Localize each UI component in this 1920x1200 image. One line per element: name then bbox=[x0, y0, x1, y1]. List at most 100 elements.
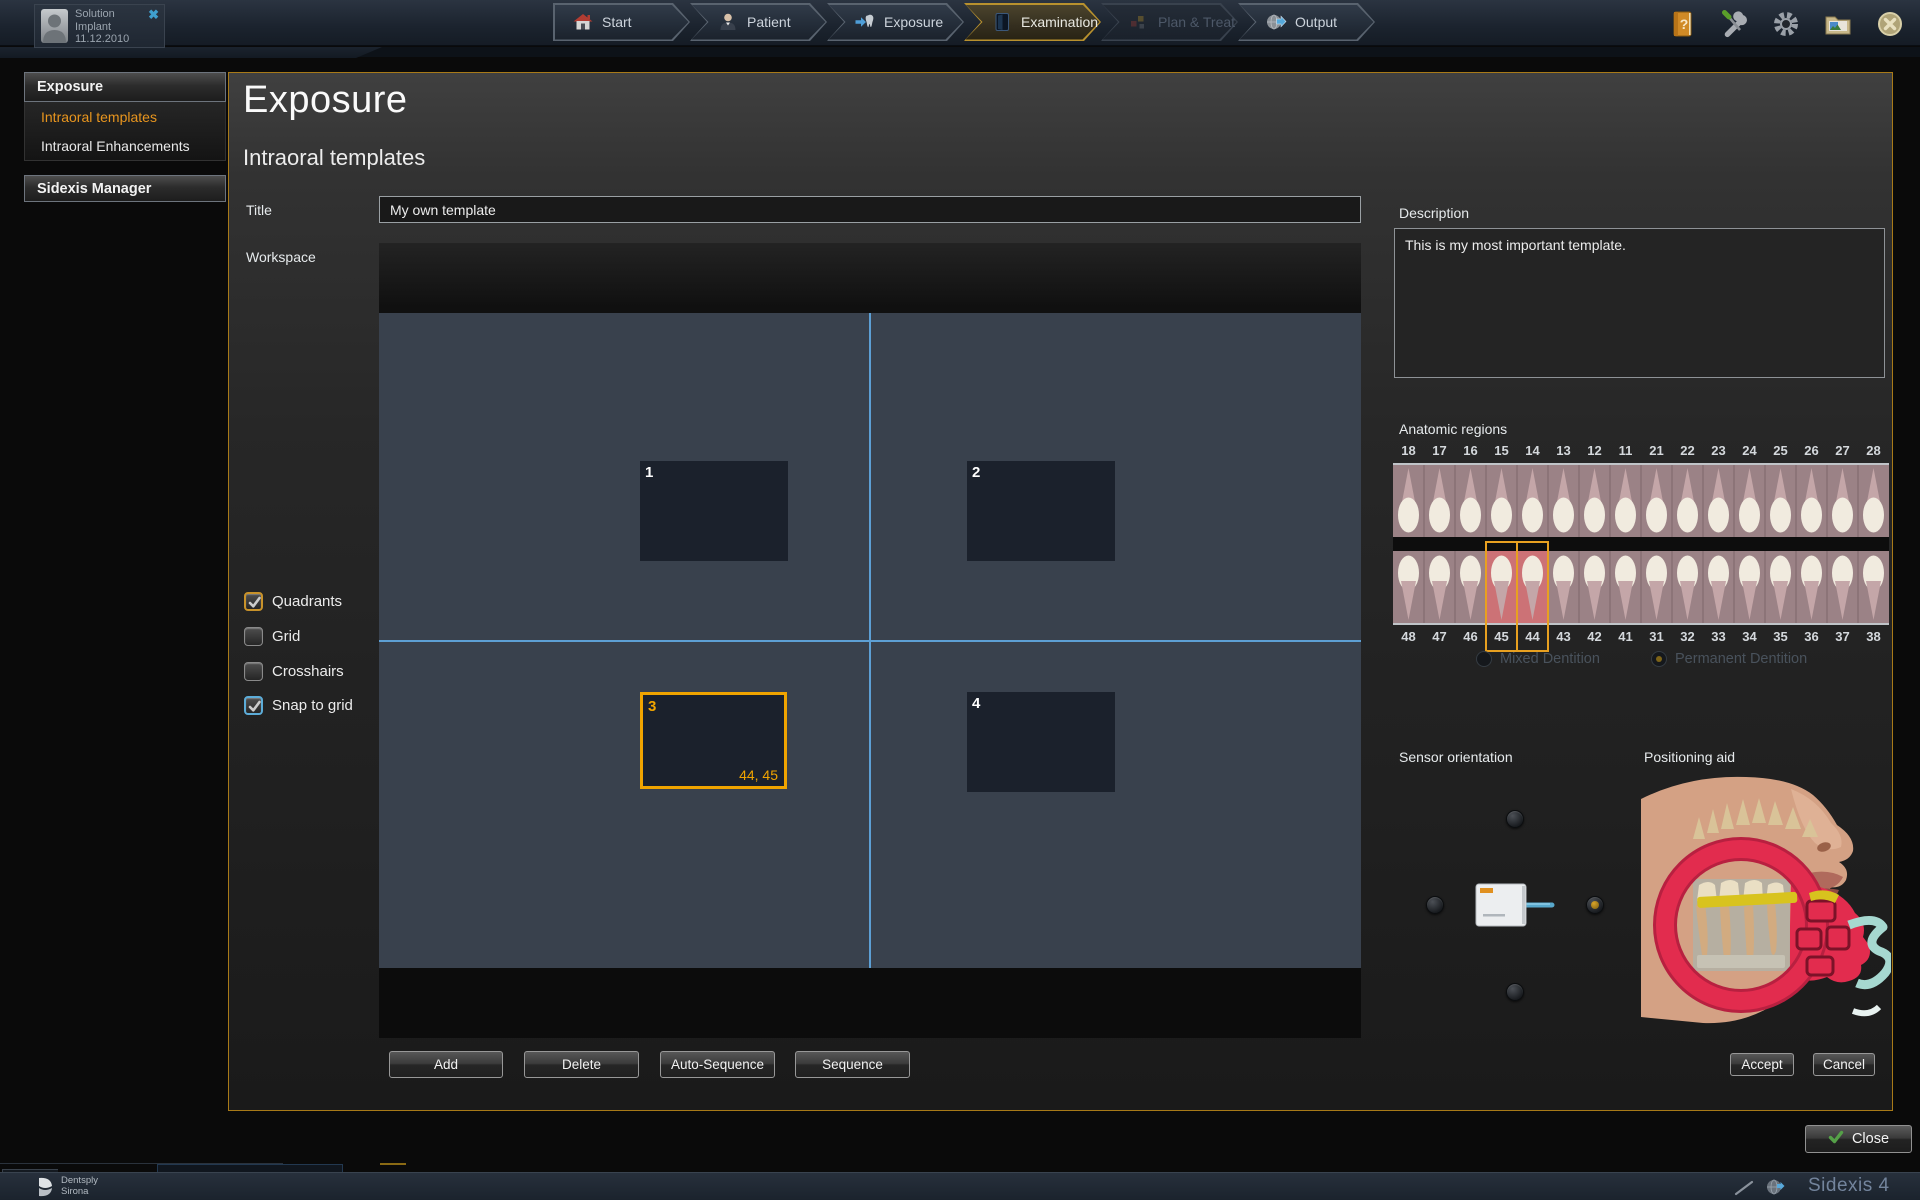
tab-output[interactable]: Output bbox=[1238, 3, 1375, 41]
frame-number: 4 bbox=[972, 695, 980, 712]
sidebar-items: Intraoral templates Intraoral Enhancemen… bbox=[24, 102, 226, 161]
sequence-button[interactable]: Sequence bbox=[795, 1051, 910, 1078]
close-button[interactable]: Close bbox=[1805, 1125, 1912, 1153]
quadrants-label: Quadrants bbox=[272, 593, 342, 610]
sensor-orientation-up-radio[interactable] bbox=[1506, 810, 1524, 828]
frame-number: 1 bbox=[645, 464, 653, 481]
tooth-number: 36 bbox=[1796, 629, 1827, 644]
patient-name-line2: Implant bbox=[75, 21, 129, 34]
quadrants-checkbox[interactable] bbox=[244, 592, 263, 611]
patient-card[interactable]: Solution Implant 11.12.2010 ✖ bbox=[34, 4, 165, 48]
permanent-dentition-radio[interactable] bbox=[1651, 651, 1667, 667]
auto-sequence-button[interactable]: Auto-Sequence bbox=[660, 1051, 775, 1078]
frame-number: 2 bbox=[972, 464, 980, 481]
positioning-aid-image bbox=[1641, 773, 1891, 1031]
exposure-frame-2[interactable]: 2 bbox=[967, 461, 1115, 561]
tab-plan-treat[interactable]: Plan & Treat bbox=[1101, 3, 1238, 41]
option-snap-to-grid[interactable]: Snap to grid bbox=[244, 696, 353, 715]
dentsply-sirona-logo: Dentsply Sirona bbox=[36, 1176, 98, 1197]
main-navigation: Start Patient Exposure bbox=[553, 3, 1375, 41]
option-crosshairs[interactable]: Crosshairs bbox=[244, 662, 344, 681]
sensor-orientation-right-radio[interactable] bbox=[1586, 896, 1604, 914]
sensor-orientation-down-radio[interactable] bbox=[1506, 983, 1524, 1001]
edit-pencil-icon[interactable] bbox=[1733, 1180, 1757, 1200]
add-button[interactable]: Add bbox=[389, 1051, 503, 1078]
option-grid[interactable]: Grid bbox=[244, 627, 300, 646]
tooth-number: 46 bbox=[1455, 629, 1486, 644]
tooth-number: 11 bbox=[1610, 443, 1641, 458]
exposure-frame-4[interactable]: 4 bbox=[967, 692, 1115, 792]
patient-avatar bbox=[41, 9, 68, 43]
tooth-number: 23 bbox=[1703, 443, 1734, 458]
grid-label: Grid bbox=[272, 628, 300, 645]
sensor-image bbox=[1475, 880, 1560, 930]
lower-teeth-numbers: 48474645444342413132333435363738 bbox=[1393, 629, 1889, 644]
exposure-frame-1[interactable]: 1 bbox=[640, 461, 788, 561]
tooth-number: 25 bbox=[1765, 443, 1796, 458]
brand-line1: Dentsply bbox=[61, 1176, 98, 1187]
top-bar-left-extension bbox=[0, 47, 382, 58]
permanent-dentition-option[interactable]: Permanent Dentition bbox=[1651, 651, 1807, 667]
tooth-number: 16 bbox=[1455, 443, 1486, 458]
tooth-number: 48 bbox=[1393, 629, 1424, 644]
tooth-number: 14 bbox=[1517, 443, 1548, 458]
close-patient-icon[interactable]: ✖ bbox=[148, 8, 159, 21]
home-icon bbox=[572, 11, 594, 33]
media-gallery-icon[interactable] bbox=[1822, 8, 1854, 40]
delete-button[interactable]: Delete bbox=[524, 1051, 639, 1078]
tooth-number: 41 bbox=[1610, 629, 1641, 644]
globe-sync-icon[interactable] bbox=[1765, 1177, 1785, 1200]
option-quadrants[interactable]: Quadrants bbox=[244, 592, 342, 611]
tooth-number: 33 bbox=[1703, 629, 1734, 644]
snap-to-grid-checkbox[interactable] bbox=[244, 696, 263, 715]
snap-to-grid-label: Snap to grid bbox=[272, 697, 353, 714]
patient-name-line1: Solution bbox=[75, 8, 129, 21]
cancel-button[interactable]: Cancel bbox=[1813, 1053, 1875, 1076]
tooth-number: 45 bbox=[1486, 629, 1517, 644]
examination-icon bbox=[991, 11, 1013, 33]
exposure-frame-3-selected[interactable]: 3 44, 45 bbox=[640, 692, 787, 789]
tab-examination[interactable]: Examination bbox=[964, 3, 1101, 41]
dialog-title: Exposure bbox=[243, 79, 408, 122]
sidebar-item-intraoral-enhancements[interactable]: Intraoral Enhancements bbox=[25, 131, 225, 160]
tab-examination-label: Examination bbox=[1021, 14, 1098, 30]
left-sidebar: Exposure Intraoral templates Intraoral E… bbox=[24, 72, 226, 202]
sensor-orientation-left-radio[interactable] bbox=[1426, 896, 1444, 914]
tooth-number: 12 bbox=[1579, 443, 1610, 458]
upper-teeth-numbers: 18171615141312112122232425262728 bbox=[1393, 443, 1889, 458]
status-bar bbox=[0, 1172, 1920, 1200]
tab-output-label: Output bbox=[1295, 14, 1337, 30]
tooth-number: 31 bbox=[1641, 629, 1672, 644]
crosshairs-checkbox[interactable] bbox=[244, 662, 263, 681]
output-icon bbox=[1265, 11, 1287, 33]
tooth-number: 28 bbox=[1858, 443, 1889, 458]
sidebar-section-sidexis-manager[interactable]: Sidexis Manager bbox=[24, 175, 226, 202]
anatomic-regions-label: Anatomic regions bbox=[1399, 421, 1507, 437]
mixed-dentition-radio[interactable] bbox=[1476, 651, 1492, 667]
description-textarea[interactable]: This is my most important template. bbox=[1394, 228, 1885, 378]
template-title-input[interactable] bbox=[379, 196, 1361, 223]
sidebar-item-intraoral-templates[interactable]: Intraoral templates bbox=[25, 102, 225, 131]
tab-start[interactable]: Start bbox=[553, 3, 690, 41]
workspace-canvas[interactable]: 1 2 3 44, 45 4 bbox=[379, 243, 1361, 1038]
app-name: Sidexis 4 bbox=[1808, 1175, 1890, 1197]
tooth-number: 37 bbox=[1827, 629, 1858, 644]
tooth-number: 42 bbox=[1579, 629, 1610, 644]
grid-checkbox[interactable] bbox=[244, 627, 263, 646]
mixed-dentition-option[interactable]: Mixed Dentition bbox=[1476, 651, 1600, 667]
teeth-chart[interactable] bbox=[1393, 463, 1889, 625]
tools-icon[interactable] bbox=[1718, 8, 1750, 40]
help-icon[interactable]: ? bbox=[1666, 8, 1698, 40]
quadrant-horizontal-line bbox=[379, 640, 1361, 642]
settings-icon[interactable] bbox=[1770, 8, 1802, 40]
exit-icon[interactable] bbox=[1874, 8, 1906, 40]
sidebar-section-exposure[interactable]: Exposure bbox=[24, 72, 226, 102]
accept-button[interactable]: Accept bbox=[1730, 1053, 1794, 1076]
tooth-number: 32 bbox=[1672, 629, 1703, 644]
mixed-dentition-label: Mixed Dentition bbox=[1500, 651, 1600, 667]
tooth-number: 15 bbox=[1486, 443, 1517, 458]
frame-number: 3 bbox=[648, 698, 656, 715]
tooth-number: 34 bbox=[1734, 629, 1765, 644]
tab-exposure[interactable]: Exposure bbox=[827, 3, 964, 41]
tab-patient[interactable]: Patient bbox=[690, 3, 827, 41]
